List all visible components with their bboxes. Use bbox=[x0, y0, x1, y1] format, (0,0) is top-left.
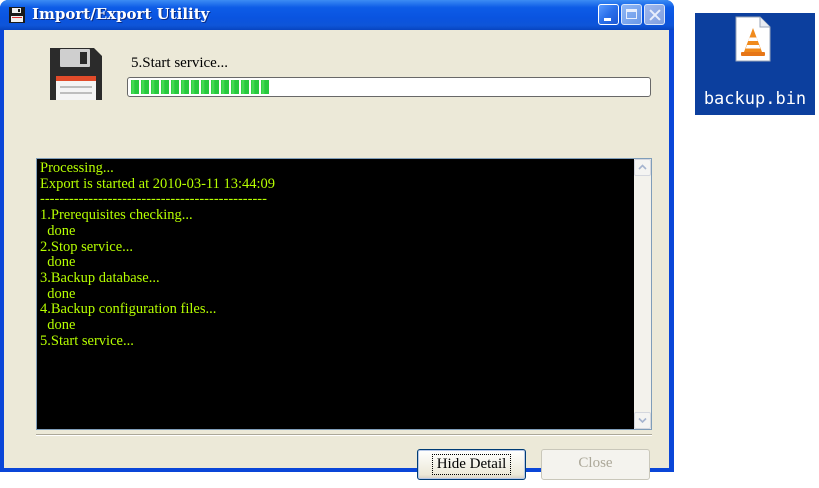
chevron-up-icon bbox=[638, 164, 647, 170]
log-line: 2.Stop service... bbox=[40, 238, 134, 255]
close-button: Close bbox=[541, 449, 650, 480]
desktop-file-label: backup.bin bbox=[703, 89, 807, 109]
floppy-disk-icon bbox=[50, 48, 102, 100]
hide-detail-label: Hide Detail bbox=[431, 454, 512, 475]
vlc-cone-icon bbox=[735, 16, 771, 62]
log-line: 4.Backup configuration files... bbox=[40, 301, 217, 318]
log-line: 5.Start service... bbox=[40, 332, 134, 349]
vertical-scrollbar[interactable] bbox=[634, 159, 651, 429]
log-line: done bbox=[40, 222, 76, 239]
progress-bar-fill bbox=[131, 80, 270, 94]
log-line: done bbox=[40, 317, 76, 334]
log-text: Processing... Export is started at 2010-0… bbox=[40, 161, 620, 349]
log-line: done bbox=[40, 254, 76, 271]
title-bar[interactable]: Import/Export Utility bbox=[0, 0, 674, 30]
separator-line bbox=[36, 434, 652, 436]
log-line: 1.Prerequisites checking... bbox=[40, 207, 193, 224]
log-line: done bbox=[40, 285, 76, 302]
log-line: Processing... bbox=[40, 161, 114, 176]
log-line: ----------------------------------------… bbox=[40, 191, 267, 208]
scroll-down-button[interactable] bbox=[634, 412, 651, 429]
window-title: Import/Export Utility bbox=[32, 5, 210, 23]
chevron-down-icon bbox=[638, 417, 647, 424]
log-line: Export is started at 2010-03-11 13:44:09 bbox=[40, 175, 276, 192]
hide-detail-button[interactable]: Hide Detail bbox=[417, 449, 526, 480]
close-window-button bbox=[644, 4, 665, 25]
current-step-label: 5.Start service... bbox=[131, 55, 229, 71]
maximize-button bbox=[621, 4, 642, 25]
detail-log-console[interactable]: Processing... Export is started at 2010-0… bbox=[36, 158, 652, 430]
minimize-button[interactable] bbox=[598, 4, 619, 25]
scroll-up-button[interactable] bbox=[634, 159, 651, 176]
progress-bar bbox=[127, 77, 651, 97]
log-line: 3.Backup database... bbox=[40, 269, 160, 286]
desktop-file-backup-bin[interactable]: backup.bin bbox=[695, 13, 815, 115]
floppy-disk-icon bbox=[9, 7, 25, 23]
